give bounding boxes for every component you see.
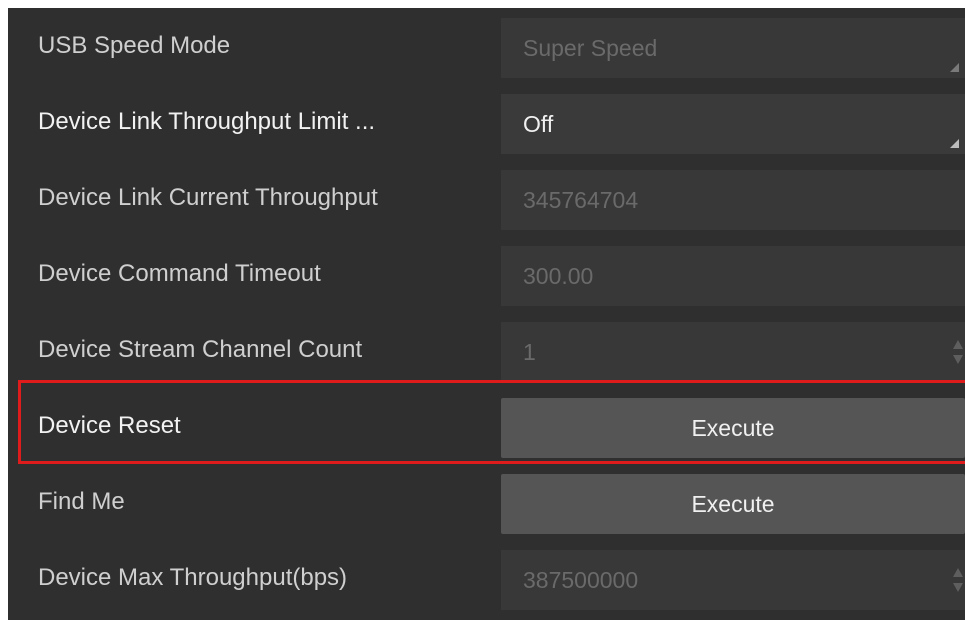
property-label-device-reset: Device Reset <box>38 412 181 439</box>
property-row-device-max-throughput: Device Max Throughput(bps) 387500000 <box>8 540 965 616</box>
device-command-timeout-field: 300.00 <box>501 246 965 306</box>
property-label-device-link-throughput-limit: Device Link Throughput Limit ... <box>38 108 376 135</box>
dropdown-corner-icon <box>950 139 959 148</box>
usb-speed-mode-value: Super Speed <box>523 34 658 61</box>
property-row-device-reset: Device Reset Execute <box>8 388 965 464</box>
property-row-device-command-timeout: Device Command Timeout 300.00 <box>8 236 965 312</box>
device-stream-channel-count-spinbox: 1 <box>501 322 965 382</box>
property-label-find-me: Find Me <box>38 488 125 515</box>
usb-speed-mode-dropdown: Super Speed <box>501 18 965 78</box>
property-row-find-me: Find Me Execute <box>8 464 965 540</box>
device-link-throughput-limit-dropdown[interactable]: Off <box>501 94 965 154</box>
device-link-current-throughput-field: 345764704 <box>501 170 965 230</box>
property-label-device-command-timeout: Device Command Timeout <box>38 260 321 287</box>
properties-panel: USB Speed Mode Super Speed Device Link T… <box>8 8 965 620</box>
device-reset-execute-button[interactable]: Execute <box>501 398 965 458</box>
property-label-device-max-throughput: Device Max Throughput(bps) <box>38 564 348 591</box>
device-command-timeout-value: 300.00 <box>523 262 594 289</box>
spin-arrows-icon <box>953 340 963 364</box>
property-label-usb-speed-mode: USB Speed Mode <box>38 32 231 59</box>
dropdown-corner-icon <box>950 63 959 72</box>
property-row-usb-speed-mode: USB Speed Mode Super Speed <box>8 8 965 84</box>
property-row-device-stream-channel-count: Device Stream Channel Count 1 <box>8 312 965 388</box>
device-max-throughput-value: 387500000 <box>523 566 639 593</box>
property-row-device-link-throughput-limit: Device Link Throughput Limit ... Off <box>8 84 965 160</box>
property-row-device-link-current-throughput: Device Link Current Throughput 345764704 <box>8 160 965 236</box>
device-stream-channel-count-value: 1 <box>523 338 536 365</box>
spin-arrows-icon <box>953 568 963 592</box>
find-me-execute-button[interactable]: Execute <box>501 474 965 534</box>
property-label-device-link-current-throughput: Device Link Current Throughput <box>38 184 378 211</box>
device-max-throughput-spinbox: 387500000 <box>501 550 965 610</box>
device-link-current-throughput-value: 345764704 <box>523 186 639 213</box>
device-link-throughput-limit-value: Off <box>523 110 554 137</box>
property-label-device-stream-channel-count: Device Stream Channel Count <box>38 336 363 363</box>
